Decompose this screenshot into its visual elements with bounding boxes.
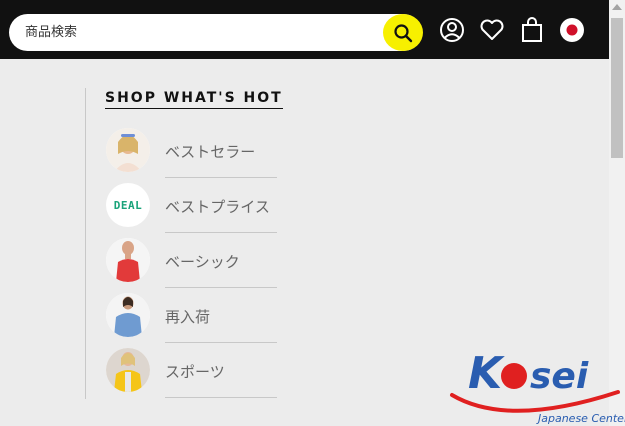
category-label: ベストプライス bbox=[165, 198, 270, 216]
category-thumbnail bbox=[106, 128, 150, 172]
search-button[interactable] bbox=[383, 14, 423, 51]
category-label: スポーツ bbox=[165, 363, 225, 381]
category-item-restock[interactable]: 再入荷 bbox=[104, 288, 279, 343]
panel-divider bbox=[85, 88, 86, 399]
logo-letter-k: K bbox=[468, 348, 505, 399]
category-item-best-sellers[interactable]: ベストセラー bbox=[104, 123, 279, 178]
search-icon bbox=[394, 23, 413, 42]
search-bar bbox=[9, 14, 422, 51]
category-label: 再入荷 bbox=[165, 308, 211, 326]
category-item-sports[interactable]: スポーツ bbox=[104, 343, 279, 398]
category-label: ベーシック bbox=[165, 253, 240, 271]
heart-icon bbox=[480, 19, 504, 40]
category-item-best-price[interactable]: DEAL ベストプライス bbox=[104, 178, 279, 233]
header-bar bbox=[0, 0, 609, 59]
account-icon bbox=[440, 18, 464, 42]
logo-subtitle: Japanese Center bbox=[536, 412, 625, 425]
logo-letters-sei: sei bbox=[530, 356, 589, 397]
category-item-basics[interactable]: ベーシック bbox=[104, 233, 279, 288]
deal-badge: DEAL bbox=[113, 198, 143, 212]
wishlist-button[interactable] bbox=[479, 17, 505, 43]
cart-button[interactable] bbox=[519, 17, 545, 43]
scroll-up-arrow-icon[interactable] bbox=[612, 4, 622, 10]
category-thumbnail bbox=[106, 238, 150, 282]
category-thumbnail: DEAL bbox=[106, 183, 150, 227]
category-thumbnail bbox=[106, 348, 150, 392]
shopping-bag-icon bbox=[522, 17, 542, 42]
divider bbox=[165, 397, 277, 398]
scroll-thumb[interactable] bbox=[611, 18, 623, 158]
kosei-logo: K sei Japanese Center bbox=[448, 340, 625, 426]
section-title: SHOP WHAT'S HOT bbox=[105, 90, 283, 109]
hot-category-list: ベストセラー DEAL ベストプライス ベーシック 再入荷 スポーツ bbox=[104, 123, 279, 398]
language-button[interactable] bbox=[559, 17, 585, 43]
japan-flag-icon bbox=[560, 18, 584, 42]
account-button[interactable] bbox=[439, 17, 465, 43]
category-thumbnail bbox=[106, 293, 150, 337]
category-label: ベストセラー bbox=[165, 143, 256, 161]
search-input[interactable] bbox=[25, 14, 385, 51]
